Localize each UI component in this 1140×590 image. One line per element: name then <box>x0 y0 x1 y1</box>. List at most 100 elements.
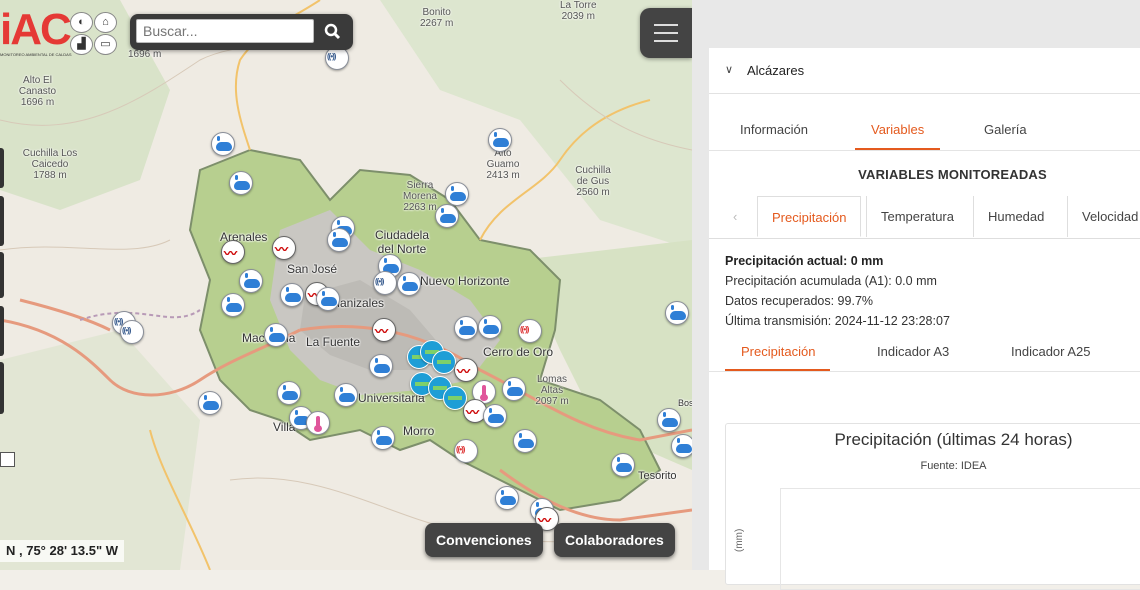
indicator-tabs: Precipitación Indicador A3 Indicador A25 <box>709 336 1140 372</box>
station-rain-marker[interactable] <box>334 383 358 407</box>
station-rain-marker[interactable] <box>277 381 301 405</box>
map-tool-button[interactable] <box>0 362 4 414</box>
datos-recuperados: Datos recuperados: 99.7% <box>725 294 874 308</box>
seismic-station-marker[interactable] <box>454 358 478 382</box>
place-cuchilla-de-gus: Cuchilla de Gus 2560 m <box>575 165 611 198</box>
city-la-fuente: La Fuente <box>306 335 361 349</box>
station-rain-marker[interactable] <box>483 404 507 428</box>
search-button[interactable] <box>321 21 345 43</box>
station-rain-marker[interactable] <box>665 301 689 325</box>
city-morro: Morro <box>403 424 435 438</box>
section-title: VARIABLES MONITOREADAS <box>858 167 1047 182</box>
tab-variables[interactable]: Variables <box>871 122 924 137</box>
station-rain-marker[interactable] <box>495 486 519 510</box>
temperature-station-marker[interactable] <box>306 411 330 435</box>
station-rain-marker[interactable] <box>371 426 395 450</box>
place-lomas-altas: Lomas Altas 2097 m <box>535 374 569 407</box>
chevron-down-icon: ∨ <box>725 64 734 76</box>
station-rain-marker[interactable] <box>221 293 245 317</box>
city-nuevo-horizonte: Nuevo Horizonte <box>420 274 510 288</box>
seismic-station-marker[interactable] <box>272 236 296 260</box>
station-rain-marker[interactable] <box>316 287 340 311</box>
subtab-indicador-a25[interactable]: Indicador A25 <box>1011 344 1091 359</box>
city-san-jose: San José <box>287 262 338 276</box>
station-rain-marker[interactable] <box>198 391 222 415</box>
search-icon <box>324 23 341 40</box>
map-tool-button[interactable] <box>0 252 4 298</box>
station-rain-marker[interactable] <box>397 272 421 296</box>
logo-letters: iAC <box>0 5 72 54</box>
place-alto-el-canasto: Alto El Canasto 1696 m <box>18 75 57 108</box>
hamburger-icon-line <box>654 40 678 42</box>
city-ciudadela-del-norte: Ciudadela del Norte <box>374 228 430 256</box>
precip-actual: Precipitación actual: 0 mm <box>725 254 884 268</box>
chart-subtitle: Fuente: IDEA <box>920 460 987 472</box>
coordinates-readout: N , 75° 28' 13.5" W <box>0 540 125 562</box>
station-name: Alcázares <box>747 63 805 78</box>
search-input[interactable] <box>136 19 314 43</box>
variable-tabs: ‹ Precipitación Temperatura Humedad Velo… <box>709 196 1140 239</box>
place-alto-guamo: Alto Guamo 2413 m <box>486 148 520 181</box>
menu-button[interactable] <box>640 8 692 58</box>
air-station-marker[interactable] <box>432 350 456 374</box>
signal-station-marker[interactable] <box>454 439 478 463</box>
place-cuchilla-los-caicedo: Cuchilla Los Caicedo 1788 m <box>22 148 78 181</box>
station-rain-marker[interactable] <box>611 453 635 477</box>
tab-temperatura[interactable]: Temperatura <box>866 196 968 237</box>
chevron-left-icon: ‹ <box>733 209 738 224</box>
tab-humedad[interactable]: Humedad <box>973 196 1058 237</box>
accordion-header[interactable]: ∨ Alcázares <box>709 48 1140 94</box>
signal-station-marker[interactable] <box>120 320 144 344</box>
plot-area <box>780 488 1140 590</box>
zoom-control[interactable] <box>0 148 4 188</box>
side-panel: ∨ Alcázares Información Variables Galerí… <box>692 0 1140 590</box>
precipitation-chart: Precipitación (últimas 24 horas) Fuente:… <box>725 423 1140 590</box>
basemap <box>0 0 692 570</box>
station-rain-marker[interactable] <box>502 377 526 401</box>
tab-velocidad[interactable]: Velocidad <box>1067 196 1140 237</box>
station-rain-marker[interactable] <box>657 408 681 432</box>
map-tool-button[interactable] <box>0 306 4 356</box>
layer-checkbox[interactable] <box>0 452 15 467</box>
city-cerro-de-oro: Cerro de Oro <box>483 345 554 359</box>
seismic-station-marker[interactable] <box>221 240 245 264</box>
station-rain-marker[interactable] <box>445 182 469 206</box>
logo[interactable]: iAC MONITOREO AMBIENTAL DE CALDAS ◐ ⌂ ▟ … <box>0 8 120 60</box>
station-rain-marker[interactable] <box>435 204 459 228</box>
signal-station-marker[interactable] <box>518 319 542 343</box>
station-rain-marker[interactable] <box>513 429 537 453</box>
tab-galeria[interactable]: Galería <box>984 122 1027 137</box>
station-rain-marker[interactable] <box>369 354 393 378</box>
station-rain-marker[interactable] <box>454 316 478 340</box>
station-rain-marker[interactable] <box>671 434 692 458</box>
place-elev-1696: 1696 m <box>128 49 162 60</box>
station-rain-marker[interactable] <box>211 132 235 156</box>
subtab-indicador-a3[interactable]: Indicador A3 <box>877 344 949 359</box>
convenciones-button[interactable]: Convenciones <box>425 523 543 557</box>
station-rain-marker[interactable] <box>229 171 253 195</box>
signal-station-marker[interactable] <box>373 271 397 295</box>
car-icon: ▭ <box>94 34 117 55</box>
prev-tab-button[interactable]: ‹ <box>723 196 757 237</box>
seismic-station-marker[interactable] <box>372 318 396 342</box>
chart-y-label: (mm) <box>734 528 745 552</box>
tab-precipitacion[interactable]: Precipitación <box>757 196 862 237</box>
station-sheet: ∨ Alcázares Información Variables Galerí… <box>709 48 1140 590</box>
station-rain-marker[interactable] <box>478 315 502 339</box>
subtab-precipitacion[interactable]: Precipitación <box>741 344 815 359</box>
map[interactable]: Bonito 2267 m La Torre 2039 m Alto El Cana… <box>0 0 692 570</box>
hamburger-icon-line <box>654 32 678 34</box>
station-rain-marker[interactable] <box>488 128 512 152</box>
water-drop-icon: ◐ <box>70 12 93 33</box>
search-box <box>130 14 353 50</box>
station-rain-marker[interactable] <box>264 323 288 347</box>
colaboradores-button[interactable]: Colaboradores <box>554 523 675 557</box>
tab-informacion[interactable]: Información <box>740 122 808 137</box>
map-tool-button[interactable] <box>0 196 4 246</box>
precip-acumulada: Precipitación acumulada (A1): 0.0 mm <box>725 274 937 288</box>
station-rain-marker[interactable] <box>280 283 304 307</box>
station-rain-marker[interactable] <box>239 269 263 293</box>
place-bonito: Bonito 2267 m <box>420 7 454 29</box>
active-tab-indicator <box>855 148 940 150</box>
station-rain-marker[interactable] <box>327 228 351 252</box>
